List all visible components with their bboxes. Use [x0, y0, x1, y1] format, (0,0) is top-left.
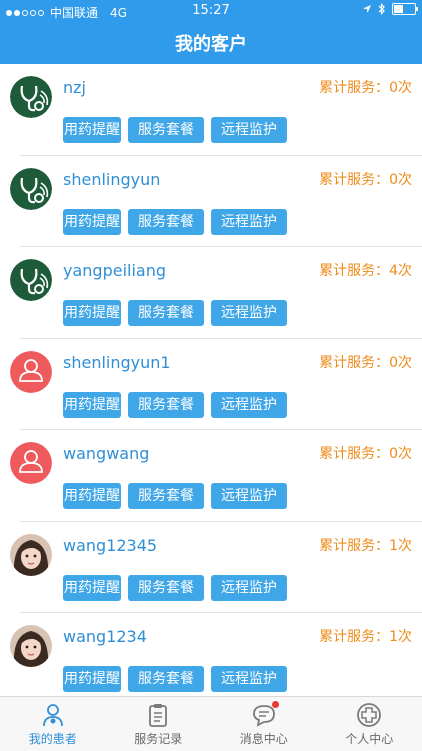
service-count-value: 0次: [389, 80, 412, 96]
service-count: 累计服务：0次: [319, 169, 412, 189]
medication-reminder-button[interactable]: 用药提醒: [63, 392, 121, 418]
notification-badge: [272, 701, 279, 708]
service-count-value: 0次: [389, 446, 412, 462]
customer-item[interactable]: yangpeiliang 累计服务：4次用药提醒服务套餐远程监护: [0, 247, 422, 339]
medication-reminder-button[interactable]: 用药提醒: [63, 117, 121, 143]
remote-monitoring-button[interactable]: 远程监护: [211, 666, 287, 692]
medication-reminder-button[interactable]: 用药提醒: [63, 209, 121, 235]
tab-patient[interactable]: 我的患者: [0, 697, 106, 751]
customer-item[interactable]: wang1234 累计服务：1次用药提醒服务套餐远程监护: [0, 613, 422, 696]
service-count-label: 累计服务：: [319, 446, 389, 462]
patient-icon: [40, 702, 66, 728]
tab-label: 服务记录: [106, 730, 212, 747]
remote-monitoring-button[interactable]: 远程监护: [211, 209, 287, 235]
tab-label: 我的患者: [0, 730, 106, 747]
service-count-label: 累计服务：: [319, 172, 389, 188]
service-count-value: 0次: [389, 355, 412, 371]
location-icon: [362, 4, 372, 14]
customer-item[interactable]: nzj 累计服务：0次用药提醒服务套餐远程监护: [0, 64, 422, 156]
chat-icon: [251, 702, 277, 728]
service-count: 累计服务：0次: [319, 77, 412, 97]
remote-monitoring-button[interactable]: 远程监护: [211, 300, 287, 326]
medication-reminder-button[interactable]: 用药提醒: [63, 575, 121, 601]
status-bar: 中国联通 4G 15:27: [0, 0, 422, 22]
customer-name[interactable]: yangpeiliang: [63, 261, 166, 280]
avatar[interactable]: [10, 534, 52, 576]
service-package-button[interactable]: 服务套餐: [128, 575, 204, 601]
tab-bar: 我的患者服务记录消息中心个人中心: [0, 696, 422, 751]
service-count-label: 累计服务：: [319, 263, 389, 279]
customer-name[interactable]: shenlingyun: [63, 170, 160, 189]
service-count-label: 累计服务：: [319, 538, 389, 554]
customer-name[interactable]: wang12345: [63, 536, 157, 555]
customer-item[interactable]: wangwang 累计服务：0次用药提醒服务套餐远程监护: [0, 430, 422, 522]
service-count-value: 4次: [389, 263, 412, 279]
remote-monitoring-button[interactable]: 远程监护: [211, 117, 287, 143]
service-count: 累计服务：4次: [319, 260, 412, 280]
service-package-button[interactable]: 服务套餐: [128, 117, 204, 143]
service-count-label: 累计服务：: [319, 629, 389, 645]
service-package-button[interactable]: 服务套餐: [128, 209, 204, 235]
tab-label: 个人中心: [317, 730, 422, 747]
customer-name[interactable]: wang1234: [63, 627, 147, 646]
remote-monitoring-button[interactable]: 远程监护: [211, 392, 287, 418]
service-count-value: 0次: [389, 172, 412, 188]
service-count-label: 累计服务：: [319, 80, 389, 96]
avatar[interactable]: [10, 76, 52, 118]
tab-chat[interactable]: 消息中心: [211, 697, 317, 751]
avatar[interactable]: [10, 442, 52, 484]
bluetooth-icon: [378, 3, 386, 15]
service-count: 累计服务：1次: [319, 626, 412, 646]
medication-reminder-button[interactable]: 用药提醒: [63, 300, 121, 326]
clock: 15:27: [0, 3, 422, 18]
avatar[interactable]: [10, 351, 52, 393]
service-package-button[interactable]: 服务套餐: [128, 300, 204, 326]
avatar[interactable]: [10, 625, 52, 667]
customer-name[interactable]: nzj: [63, 78, 86, 97]
customer-name[interactable]: shenlingyun1: [63, 353, 171, 372]
battery-icon: [392, 3, 416, 15]
service-package-button[interactable]: 服务套餐: [128, 392, 204, 418]
medication-reminder-button[interactable]: 用药提醒: [63, 666, 121, 692]
remote-monitoring-button[interactable]: 远程监护: [211, 483, 287, 509]
service-count-value: 1次: [389, 629, 412, 645]
customer-list[interactable]: nzj累计服务：0次用药提醒服务套餐远程监护shenlingyun累计服务：0次…: [0, 64, 422, 696]
customer-item[interactable]: shenlingyun1 累计服务：0次用药提醒服务套餐远程监护: [0, 339, 422, 431]
service-count-label: 累计服务：: [319, 355, 389, 371]
clipboard-icon: [145, 702, 171, 728]
service-count: 累计服务：0次: [319, 352, 412, 372]
page-title: 我的客户: [0, 30, 422, 56]
avatar[interactable]: [10, 259, 52, 301]
medication-reminder-button[interactable]: 用药提醒: [63, 483, 121, 509]
tab-plus-circle[interactable]: 个人中心: [317, 697, 422, 751]
app-header: 中国联通 4G 15:27 我的客户: [0, 0, 422, 64]
service-package-button[interactable]: 服务套餐: [128, 483, 204, 509]
plus-circle-icon: [356, 702, 382, 728]
remote-monitoring-button[interactable]: 远程监护: [211, 575, 287, 601]
customer-name[interactable]: wangwang: [63, 444, 149, 463]
customer-item[interactable]: wang12345 累计服务：1次用药提醒服务套餐远程监护: [0, 522, 422, 614]
tab-clipboard[interactable]: 服务记录: [106, 697, 212, 751]
service-count-value: 1次: [389, 538, 412, 554]
avatar[interactable]: [10, 168, 52, 210]
service-package-button[interactable]: 服务套餐: [128, 666, 204, 692]
service-count: 累计服务：1次: [319, 535, 412, 555]
customer-item[interactable]: shenlingyun 累计服务：0次用药提醒服务套餐远程监护: [0, 156, 422, 248]
tab-label: 消息中心: [211, 730, 317, 747]
service-count: 累计服务：0次: [319, 443, 412, 463]
